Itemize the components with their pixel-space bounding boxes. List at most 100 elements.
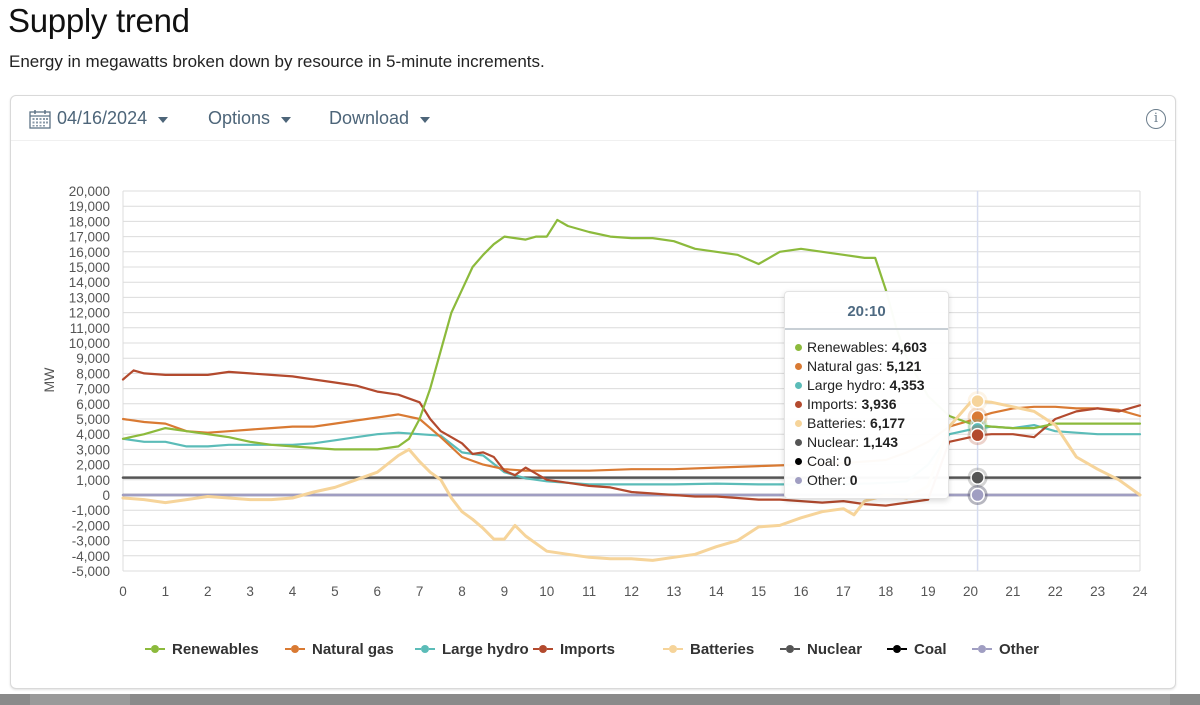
legend-label: Renewables [172, 641, 259, 658]
series-dot-icon [795, 476, 802, 484]
x-tick-label: 21 [1005, 584, 1020, 599]
legend-marker [669, 645, 677, 653]
y-tick-label: 19,000 [69, 199, 110, 214]
x-tick-label: 18 [878, 584, 893, 599]
hover-point [970, 393, 985, 409]
hover-point [970, 427, 985, 443]
y-tick-label: 5,000 [76, 412, 110, 427]
tooltip-label: Imports: [807, 396, 862, 412]
tooltip-value: 3,936 [861, 396, 897, 412]
y-axis-ticks: 20,00019,00018,00017,00016,00015,00014,0… [69, 184, 110, 579]
legend-item-large-hydro[interactable]: Large hydro [415, 641, 529, 658]
legend-marker [893, 645, 901, 653]
grid-lines [122, 190, 1141, 572]
y-tick-label: -1,000 [72, 503, 110, 518]
tooltip-label: Batteries: [807, 415, 871, 431]
y-tick-label: 7,000 [76, 382, 110, 397]
legend-marker [786, 645, 794, 653]
tooltip-value: 1,143 [863, 434, 899, 450]
x-tick-label: 7 [416, 584, 424, 599]
y-tick-label: -4,000 [72, 549, 110, 564]
y-tick-label: 15,000 [69, 260, 110, 275]
y-tick-label: 10,000 [69, 336, 110, 351]
series-lines [121, 218, 1142, 562]
y-tick-label: -2,000 [72, 518, 110, 533]
x-tick-label: 1 [162, 584, 170, 599]
series-dot-icon [795, 457, 802, 465]
series-dot-icon [795, 381, 802, 389]
x-tick-label: 22 [1048, 584, 1063, 599]
y-tick-label: 14,000 [69, 275, 110, 290]
x-tick-label: 9 [501, 584, 509, 599]
x-tick-label: 8 [458, 584, 466, 599]
legend-item-renewables[interactable]: Renewables [145, 641, 259, 658]
tooltip-row: Batteries: 6,177 [785, 414, 948, 433]
legend-label: Large hydro [442, 641, 529, 658]
legend: Renewables Natural gas Large hydro Imports B… [145, 641, 1039, 658]
x-tick-label: 11 [582, 584, 596, 599]
series-dot-icon [795, 419, 802, 427]
y-axis-label: MW [41, 367, 57, 393]
series-dot-icon [795, 362, 802, 370]
tooltip-value: 6,177 [870, 415, 906, 431]
x-tick-label: 6 [373, 584, 381, 599]
y-tick-label: 12,000 [69, 306, 110, 321]
x-tick-label: 2 [204, 584, 212, 599]
y-tick-label: 9,000 [76, 351, 110, 366]
x-tick-label: 16 [793, 584, 808, 599]
strip-segment [1060, 694, 1170, 705]
series-dot-icon [795, 438, 802, 446]
legend-item-other[interactable]: Other [972, 641, 1039, 658]
y-tick-label: 4,000 [76, 427, 110, 442]
legend-item-nuclear[interactable]: Nuclear [780, 641, 862, 658]
legend-marker [978, 645, 986, 653]
tooltip-row: Imports: 3,936 [785, 395, 948, 414]
tooltip-label: Large hydro: [807, 377, 890, 393]
series-dot-icon [795, 343, 802, 351]
x-tick-label: 10 [539, 584, 554, 599]
y-tick-label: 18,000 [69, 214, 110, 229]
y-tick-label: 8,000 [76, 366, 110, 381]
hover-tooltip: 20:10 Renewables: 4,603 Natural gas: 5,12… [784, 291, 949, 499]
bottom-window-strip [0, 694, 1200, 705]
legend-marker [421, 645, 429, 653]
tooltip-row: Other: 0 [785, 471, 948, 490]
tooltip-label: Natural gas: [807, 358, 887, 374]
y-tick-label: 3,000 [76, 442, 110, 457]
series-dot-icon [795, 400, 802, 408]
x-tick-label: 17 [836, 584, 851, 599]
tooltip-row: Natural gas: 5,121 [785, 357, 948, 376]
tooltip-label: Other: [807, 472, 850, 488]
tooltip-rows: Renewables: 4,603 Natural gas: 5,121 Large… [785, 330, 948, 490]
x-tick-label: 15 [751, 584, 766, 599]
legend-label: Nuclear [807, 641, 862, 658]
legend-item-coal[interactable]: Coal [887, 641, 947, 658]
tooltip-label: Nuclear: [807, 434, 864, 450]
x-axis-ticks: 0 1 2 3 4 5 6 7 8 9 10 11 12 13 14 15 16 17 18 19 20 21 22 23 24 [119, 584, 1148, 599]
x-tick-label: 14 [709, 584, 725, 599]
x-tick-label: 20 [963, 584, 978, 599]
y-tick-label: 16,000 [69, 245, 110, 260]
legend-marker [291, 645, 299, 653]
strip-segment [30, 694, 130, 705]
y-tick-label: 1,000 [76, 473, 110, 488]
supply-trend-chart: 20,00019,00018,00017,00016,00015,00014,0… [41, 184, 1148, 658]
tooltip-value: 4,603 [891, 339, 927, 355]
legend-item-imports[interactable]: Imports [533, 641, 615, 658]
y-tick-label: 2,000 [76, 458, 110, 473]
legend-item-natural-gas[interactable]: Natural gas [285, 641, 394, 658]
x-tick-label: 5 [331, 584, 339, 599]
hover-point [970, 487, 985, 503]
legend-item-batteries[interactable]: Batteries [663, 641, 754, 658]
tooltip-row: Large hydro: 4,353 [785, 376, 948, 395]
tooltip-label: Coal: [807, 453, 844, 469]
y-tick-label: -3,000 [72, 534, 110, 549]
x-tick-label: 23 [1090, 584, 1105, 599]
y-tick-label: 20,000 [69, 184, 110, 199]
y-tick-label: -5,000 [72, 564, 110, 579]
tooltip-value: 5,121 [886, 358, 922, 374]
tooltip-row: Coal: 0 [785, 452, 948, 471]
tooltip-value: 0 [843, 453, 852, 469]
legend-label: Other [999, 641, 1039, 658]
y-tick-label: 17,000 [69, 230, 110, 245]
